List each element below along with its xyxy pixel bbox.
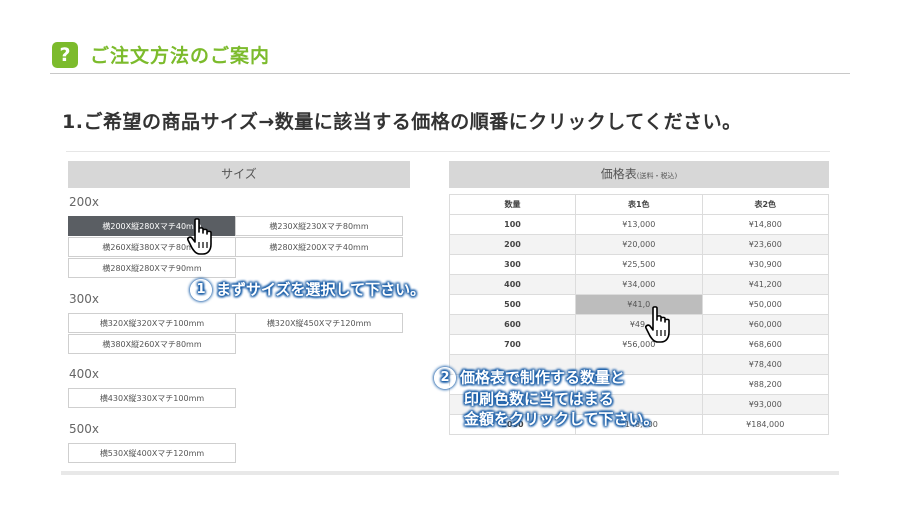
size-option-430x330x100[interactable]: 横430X縦330Xマチ100mm: [68, 388, 236, 408]
step-1-number-icon: 1: [190, 279, 212, 301]
price-cell-two-color[interactable]: ¥93,000: [701, 394, 829, 415]
column-header-one-color: 表1色: [575, 194, 703, 215]
question-icon: ?: [52, 42, 78, 68]
price-cell-one-color[interactable]: ¥34,000: [575, 274, 703, 295]
callout-step-2-line-1: 2 価格表で制作する数量と: [434, 367, 659, 389]
callout-step-1: 1 まずサイズを選択して下さい。: [190, 279, 425, 301]
size-panel-header: サイズ: [68, 161, 410, 188]
table-row: 500 ¥41,0 ¥50,000: [449, 294, 829, 315]
step-instruction: 1.ご希望の商品サイズ→数量に該当する価格の順番にクリックしてください。: [62, 111, 742, 133]
section-divider: [66, 151, 830, 152]
price-panel-note: (送料・税込): [636, 172, 678, 180]
size-option-280x200x40[interactable]: 横280X縦200Xマチ40mm: [235, 237, 403, 257]
size-option-280x280x90[interactable]: 横280X縦280Xマチ90mm: [68, 258, 236, 278]
price-panel-title: 価格表: [600, 167, 637, 181]
price-cell-one-color[interactable]: ¥49,: [575, 314, 703, 335]
hand-cursor-icon: [187, 218, 212, 255]
callout-step-2: 2 価格表で制作する数量と 印刷色数に当てはまる 金額をクリックして下さい。: [434, 367, 659, 429]
step-2-number-icon: 2: [434, 367, 456, 389]
price-cell-two-color[interactable]: ¥78,400: [701, 354, 829, 375]
size-option-320x320x100[interactable]: 横320X縦320Xマチ100mm: [68, 313, 236, 333]
size-option-380x260x80[interactable]: 横380X縦260Xマチ80mm: [68, 334, 236, 354]
table-row: 700 ¥56,000 ¥68,600: [449, 334, 829, 355]
price-cell-two-color[interactable]: ¥23,600: [701, 234, 829, 255]
table-row: 300 ¥25,500 ¥30,900: [449, 254, 829, 275]
price-cell-two-color[interactable]: ¥88,200: [701, 374, 829, 395]
quantity-cell: 700: [449, 334, 576, 355]
hand-cursor-icon: [645, 306, 670, 343]
table-row: 200 ¥20,000 ¥23,600: [449, 234, 829, 255]
table-row: 600 ¥49, ¥60,000: [449, 314, 829, 335]
price-cell-one-color[interactable]: ¥13,000: [575, 214, 703, 235]
price-cell-one-color[interactable]: ¥20,000: [575, 234, 703, 255]
price-cell-two-color[interactable]: ¥14,800: [701, 214, 829, 235]
price-cell-two-color[interactable]: ¥41,200: [701, 274, 829, 295]
price-cell-one-color[interactable]: ¥56,000: [575, 334, 703, 355]
price-cell-one-color-selected[interactable]: ¥41,0: [575, 294, 703, 315]
callout-step-2-text-1: 価格表で制作する数量と: [460, 368, 626, 387]
callout-step-2-line-2: 印刷色数に当てはまる: [464, 390, 614, 408]
price-cell-two-color[interactable]: ¥30,900: [701, 254, 829, 275]
size-group-label-200: 200x: [69, 195, 100, 209]
size-group-label-300: 300x: [69, 292, 100, 306]
price-cell-two-color[interactable]: ¥68,600: [701, 334, 829, 355]
callout-step-1-text: まずサイズを選択して下さい。: [216, 280, 426, 299]
column-header-two-color: 表2色: [701, 194, 829, 215]
price-cell-two-color[interactable]: ¥50,000: [701, 294, 829, 315]
column-header-quantity: 数量: [449, 194, 576, 215]
price-cell-one-color[interactable]: ¥25,500: [575, 254, 703, 275]
page-title: ご注文方法のご案内: [90, 45, 271, 67]
price-cell-two-color[interactable]: ¥184,000: [701, 414, 829, 435]
quantity-cell: 100: [449, 214, 576, 235]
quantity-cell: 400: [449, 274, 576, 295]
price-cell-two-color[interactable]: ¥60,000: [701, 314, 829, 335]
size-group-label-400: 400x: [69, 367, 100, 381]
quantity-cell: 600: [449, 314, 576, 335]
bottom-divider: [61, 471, 839, 475]
size-option-230x230x80[interactable]: 横230X縦230Xマチ80mm: [235, 216, 403, 236]
quantity-cell: 200: [449, 234, 576, 255]
size-option-320x450x120[interactable]: 横320X縦450Xマチ120mm: [235, 313, 403, 333]
size-group-label-500: 500x: [69, 422, 100, 436]
table-row: 400 ¥34,000 ¥41,200: [449, 274, 829, 295]
price-panel-header: 価格表(送料・税込): [449, 161, 829, 188]
table-row: 100 ¥13,000 ¥14,800: [449, 214, 829, 235]
size-option-530x400x120[interactable]: 横530X縦400Xマチ120mm: [68, 443, 236, 463]
quantity-cell: 500: [449, 294, 576, 315]
header-divider: [50, 73, 850, 74]
price-table-header-row: 数量 表1色 表2色: [449, 194, 829, 215]
callout-step-2-line-3: 金額をクリックして下さい。: [464, 410, 659, 428]
quantity-cell: 300: [449, 254, 576, 275]
